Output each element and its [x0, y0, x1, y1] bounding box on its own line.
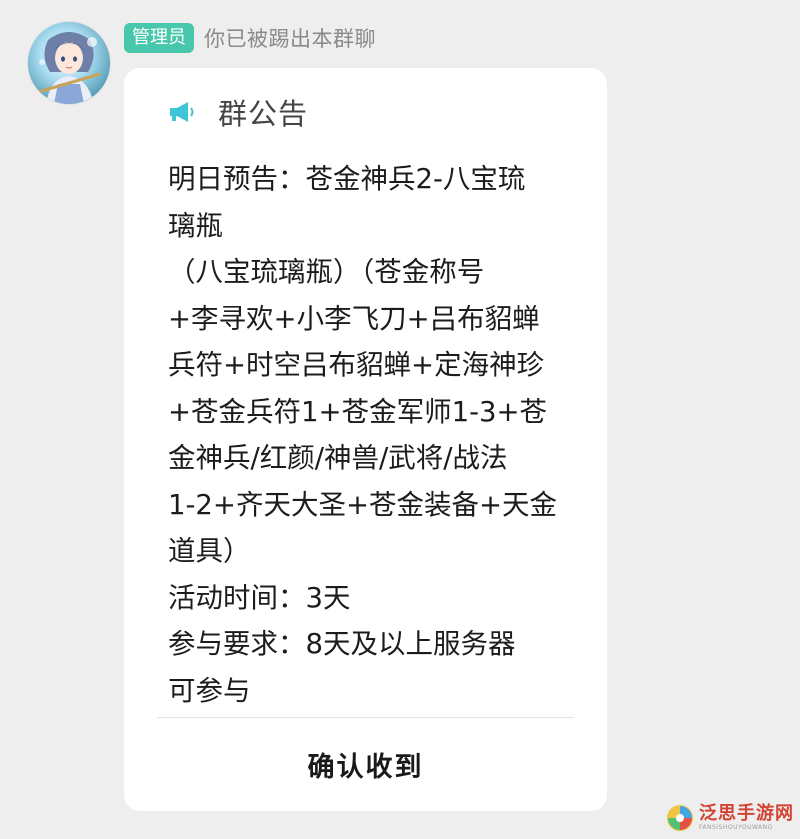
- avatar[interactable]: [28, 22, 110, 104]
- notice-line: 活动时间：3天: [168, 581, 351, 614]
- notice-line: 道具）: [168, 535, 251, 567]
- watermark-text: 泛思手游网 FANSISHOUYOUWANG: [699, 805, 794, 831]
- sender-row: 管理员 你已被踢出本群聊: [124, 22, 376, 54]
- notice-header: 群公告: [168, 90, 308, 134]
- notice-line: +苍金兵符1+苍金军师1-3+苍: [168, 395, 548, 428]
- megaphone-icon: [170, 102, 194, 122]
- watermark-title: 泛思手游网: [699, 803, 794, 824]
- watermark-logo-icon: [667, 805, 693, 831]
- notice-line: 参与要求：8天及以上服务器: [168, 628, 516, 660]
- notice-line: 璃瓶: [168, 209, 223, 242]
- watermark-subtitle: FANSISHOUYOUWANG: [699, 824, 773, 831]
- notice-line: 1-2+齐天大圣+苍金装备+天金: [168, 488, 558, 521]
- notice-line: 金神兵/红颜/神兽/武将/战法: [168, 442, 508, 474]
- role-badge: 管理员: [124, 23, 194, 53]
- notice-line: +李寻欢+小李飞刀+吕布貂蝉: [168, 302, 540, 335]
- group-notice-card[interactable]: 群公告 明日预告：苍金神兵2-八宝琉 璃瓶 （八宝琉璃瓶）（苍金称号 +李寻欢+…: [124, 68, 607, 811]
- notice-line: 兵符+时空吕布貂蝉+定海神珍: [168, 349, 545, 381]
- notice-line: 可参与: [168, 674, 251, 707]
- notice-title: 群公告: [218, 97, 309, 131]
- watermark: 泛思手游网 FANSISHOUYOUWANG: [665, 803, 794, 833]
- anime-character-avatar-icon: [28, 22, 110, 104]
- notice-line: （八宝琉璃瓶）（苍金称号: [168, 256, 485, 288]
- confirm-received-button[interactable]: 确认收到: [124, 718, 607, 810]
- notice-line: 明日预告：苍金神兵2-八宝琉: [168, 163, 526, 195]
- notice-body: 明日预告：苍金神兵2-八宝琉 璃瓶 （八宝琉璃瓶）（苍金称号 +李寻欢+小李飞刀…: [168, 156, 588, 714]
- sender-name[interactable]: 你已被踢出本群聊: [204, 23, 376, 53]
